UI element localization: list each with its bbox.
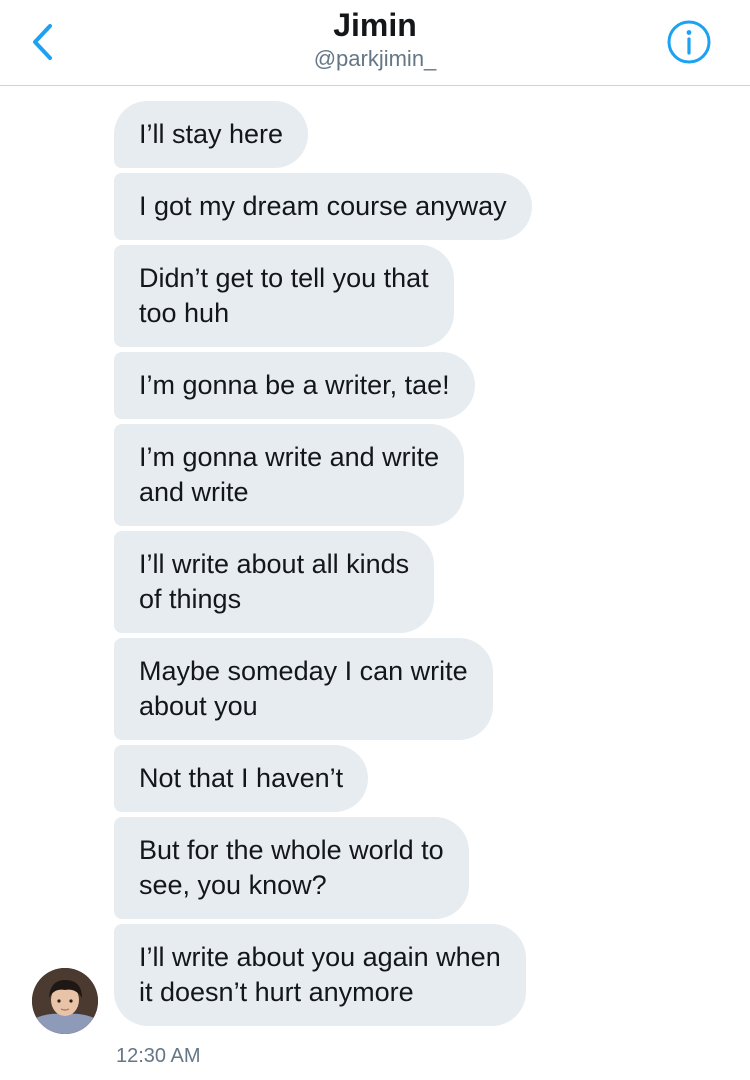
- message-bubble[interactable]: I got my dream course anyway: [114, 173, 532, 240]
- message-row: Didn’t get to tell you that too huh: [114, 245, 734, 352]
- page-title: Jimin: [333, 7, 417, 43]
- message-row: I’ll write about all kinds of things: [114, 531, 734, 638]
- message-row: Not that I haven’t: [114, 745, 734, 817]
- message-bubble[interactable]: But for the whole world to see, you know…: [114, 817, 469, 919]
- message-row: I’ll stay here: [114, 101, 734, 173]
- info-button[interactable]: [666, 19, 712, 65]
- user-handle: @parkjimin_: [313, 46, 437, 71]
- message-row: I’m gonna be a writer, tae!: [114, 352, 734, 424]
- message-bubble[interactable]: Didn’t get to tell you that too huh: [114, 245, 454, 347]
- message-bubble[interactable]: Not that I haven’t: [114, 745, 369, 812]
- message-row: But for the whole world to see, you know…: [114, 817, 734, 924]
- message-bubble[interactable]: I’ll stay here: [114, 101, 309, 168]
- message-bubble[interactable]: Maybe someday I can write about you: [114, 638, 493, 740]
- conversation-title-block[interactable]: Jimin @parkjimin_: [0, 6, 750, 74]
- conversation-header: Jimin @parkjimin_: [0, 0, 750, 86]
- message-bubble[interactable]: I’m gonna write and write and write: [114, 424, 465, 526]
- message-timestamp: 12:30 AM: [116, 1045, 201, 1067]
- message-bubble[interactable]: I’ll write about you again when it doesn…: [114, 924, 526, 1026]
- message-bubble[interactable]: I’m gonna be a writer, tae!: [114, 352, 475, 419]
- message-list: I’ll stay here I got my dream course any…: [114, 101, 734, 1031]
- message-row: I’m gonna write and write and write: [114, 424, 734, 531]
- message-row: I’ll write about you again when it doesn…: [114, 924, 734, 1031]
- avatar[interactable]: [32, 968, 98, 1034]
- avatar-photo: [32, 968, 98, 1034]
- dm-conversation-screen: Jimin @parkjimin_ I’ll stay here I got m…: [0, 0, 750, 1080]
- message-row: I got my dream course anyway: [114, 173, 734, 245]
- message-bubble[interactable]: I’ll write about all kinds of things: [114, 531, 435, 633]
- message-row: Maybe someday I can write about you: [114, 638, 734, 745]
- info-circle-icon: [667, 20, 711, 64]
